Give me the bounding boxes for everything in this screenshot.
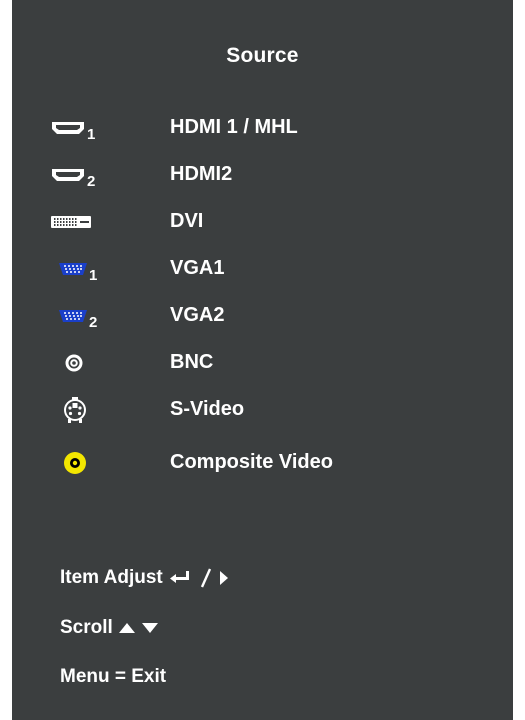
help-item-adjust: Item Adjust [60, 567, 229, 589]
help-item-adjust-label: Item Adjust [60, 567, 163, 588]
source-item-bnc[interactable]: BNC [12, 345, 513, 381]
up-arrow-icon [118, 617, 141, 638]
hdmi-icon: 1 [50, 110, 150, 146]
help-menu-exit: Menu = Exit [60, 666, 167, 687]
source-number: 2 [87, 172, 96, 190]
source-label-composite-video: Composite Video [170, 451, 333, 473]
s-video-icon [50, 392, 162, 428]
source-menu-panel: Source 1 HDMI 1 / MHL 2 HDMI2 DVI 1 VGA1… [12, 0, 513, 720]
source-number: 2 [89, 313, 98, 331]
help-scroll-label: Scroll [60, 617, 113, 638]
dvi-icon [50, 204, 150, 240]
source-item-s-video[interactable]: S-Video [12, 392, 513, 428]
source-number: 1 [87, 125, 96, 143]
help-scroll: Scroll [60, 617, 159, 639]
source-label-bnc: BNC [170, 351, 214, 373]
source-label-dvi: DVI [170, 210, 204, 232]
vga-icon: 2 [50, 298, 158, 334]
vga-icon: 1 [50, 251, 158, 287]
source-item-dvi[interactable]: DVI [12, 204, 513, 240]
source-label-vga2: VGA2 [170, 304, 225, 326]
menu-title: Source [226, 44, 299, 67]
source-item-hdmi1[interactable]: 1 HDMI 1 / MHL [12, 110, 513, 146]
source-number: 1 [89, 266, 98, 284]
source-label-s-video: S-Video [170, 398, 245, 420]
composite-video-icon [50, 445, 163, 481]
source-item-vga1[interactable]: 1 VGA1 [12, 251, 513, 287]
bnc-icon [50, 345, 164, 381]
source-label-hdmi1: HDMI 1 / MHL [170, 116, 298, 138]
enter-icon [168, 567, 199, 588]
source-item-vga2[interactable]: 2 VGA2 [12, 298, 513, 334]
right-arrow-icon [219, 567, 229, 588]
down-arrow-icon [141, 617, 159, 638]
source-label-vga1: VGA1 [170, 257, 225, 279]
source-label-hdmi2: HDMI2 [170, 163, 233, 185]
hdmi-icon: 2 [50, 157, 150, 193]
source-item-hdmi2[interactable]: 2 HDMI2 [12, 157, 513, 193]
slash-separator-icon [199, 567, 218, 588]
source-item-composite-video[interactable]: Composite Video [12, 445, 513, 481]
